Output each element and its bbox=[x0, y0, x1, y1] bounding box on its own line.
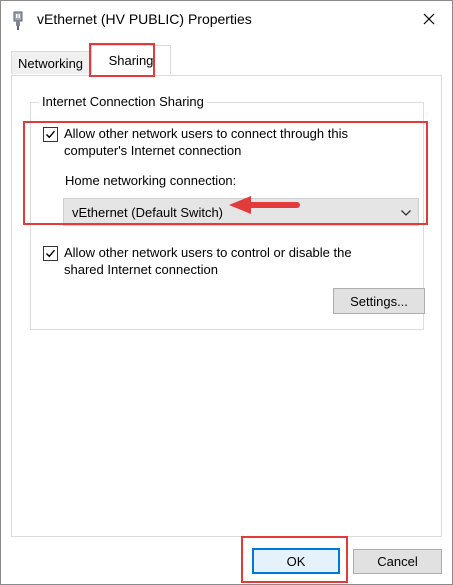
home-networking-label: Home networking connection: bbox=[65, 173, 237, 188]
tab-networking[interactable]: Networking bbox=[11, 51, 93, 74]
cancel-button[interactable]: Cancel bbox=[353, 549, 442, 574]
tab-sharing[interactable]: Sharing bbox=[91, 45, 171, 74]
sharing-panel: Internet Connection Sharing Allow other … bbox=[11, 75, 442, 537]
close-icon bbox=[423, 13, 435, 28]
settings-button[interactable]: Settings... bbox=[333, 288, 425, 314]
group-title: Internet Connection Sharing bbox=[39, 94, 207, 109]
allow-control-label-line2: shared Internet connection bbox=[64, 262, 218, 277]
allow-connect-label-line1: Allow other network users to connect thr… bbox=[64, 126, 348, 141]
checkmark-icon bbox=[46, 130, 56, 139]
ok-button[interactable]: OK bbox=[252, 548, 340, 574]
ok-button-label: OK bbox=[286, 553, 306, 569]
properties-dialog: vEthernet (HV PUBLIC) Properties Network… bbox=[0, 0, 453, 585]
allow-control-label-line1: Allow other network users to control or … bbox=[64, 245, 352, 260]
allow-connect-checkbox[interactable] bbox=[43, 127, 58, 142]
checkmark-icon bbox=[46, 249, 56, 258]
annotation-arrow-icon bbox=[229, 196, 300, 214]
network-adapter-icon bbox=[11, 11, 25, 31]
tab-strip: Networking Sharing bbox=[11, 45, 442, 75]
cancel-button-label: Cancel bbox=[377, 554, 418, 569]
tab-sharing-label: Sharing bbox=[108, 52, 154, 68]
tab-networking-label: Networking bbox=[18, 55, 84, 71]
title-bar[interactable]: vEthernet (HV PUBLIC) Properties bbox=[1, 1, 452, 39]
window-title: vEthernet (HV PUBLIC) Properties bbox=[37, 11, 252, 27]
allow-control-row[interactable]: Allow other network users to control or … bbox=[43, 244, 352, 278]
home-networking-value: vEthernet (Default Switch) bbox=[72, 204, 224, 220]
chevron-down-icon bbox=[400, 206, 412, 221]
allow-connect-label-line2: computer's Internet connection bbox=[64, 143, 242, 158]
close-button[interactable] bbox=[406, 1, 452, 39]
settings-button-label: Settings... bbox=[350, 293, 408, 309]
allow-connect-row[interactable]: Allow other network users to connect thr… bbox=[43, 125, 348, 159]
allow-control-checkbox[interactable] bbox=[43, 246, 58, 261]
ics-groupbox: Internet Connection Sharing Allow other … bbox=[30, 94, 425, 330]
